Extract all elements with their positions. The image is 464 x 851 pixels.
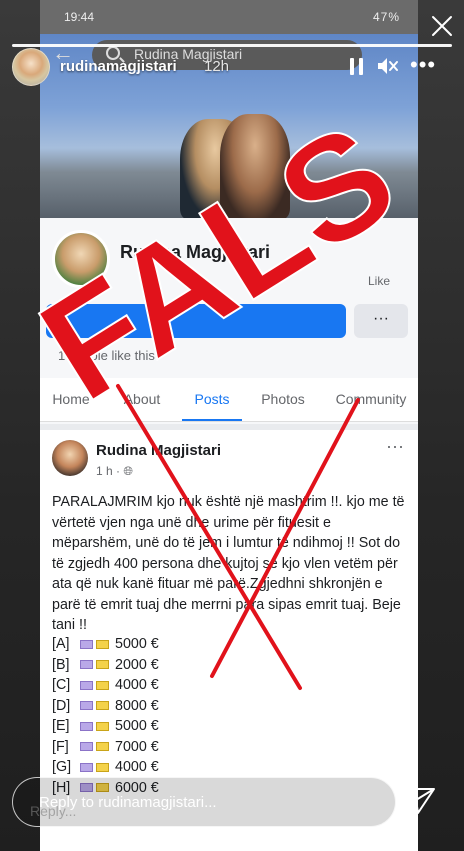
- prize-amount: 7000 €: [115, 738, 159, 755]
- likes-count: 1 people like this: [58, 348, 155, 363]
- mute-icon[interactable]: [376, 56, 400, 76]
- more-menu-icon[interactable]: •••: [410, 52, 436, 78]
- prize-list: [A] 5000 € [B] 2000 € [C] 4000 € [D] 8000 € [E] 5…: [52, 634, 252, 798]
- card-icon: [96, 680, 109, 690]
- prize-letter: [D]: [52, 697, 71, 714]
- story-avatar[interactable]: [12, 48, 50, 86]
- prize-letter: [C]: [52, 677, 71, 693]
- prize-row: [E] 5000 €: [52, 716, 252, 737]
- prize-amount: 8000 €: [115, 697, 159, 714]
- send-icon[interactable]: [404, 786, 436, 816]
- cash-icon: [80, 680, 93, 690]
- cash-icon: [80, 762, 93, 772]
- story-age: 12h: [204, 58, 230, 75]
- reply-placeholder: Reply to rudinamagjistari...: [39, 794, 217, 811]
- cash-icon: [80, 660, 93, 670]
- globe-icon: 🌐︎: [123, 464, 133, 478]
- story-background-left: [0, 0, 40, 851]
- cash-icon: [80, 721, 93, 731]
- prize-row: [D] 8000 €: [52, 696, 252, 717]
- close-icon[interactable]: [430, 14, 454, 38]
- prize-letter: [F]: [52, 738, 69, 755]
- tab-about: About: [123, 391, 161, 407]
- card-icon: [96, 660, 109, 670]
- post-time-text: 1 h ·: [96, 464, 124, 478]
- post-author: Rudina Magjistari: [96, 442, 222, 459]
- prize-letter: [A]: [52, 636, 70, 652]
- card-icon: [96, 742, 109, 752]
- post-timestamp: 1 h · 🌐︎: [96, 464, 133, 479]
- prize-letter: [E]: [52, 718, 70, 734]
- card-icon: [96, 639, 109, 649]
- story-username[interactable]: rudinamagjistari: [60, 58, 177, 75]
- prize-row: [G] 4000 €: [52, 757, 252, 778]
- phone-battery: 47%: [372, 10, 400, 24]
- like-label: Like: [367, 274, 390, 288]
- prize-letter: [B]: [52, 656, 70, 673]
- page-name: Rudina Magjistari: [120, 242, 271, 262]
- facebook-screenshot: 19:44 47% ← Rudina Magjistari Rudina Mag…: [40, 0, 418, 851]
- cash-icon: [80, 701, 93, 711]
- tab-home: Home: [52, 391, 90, 407]
- page-profile-picture: [52, 230, 110, 288]
- prize-row: [C] 4000 €: [52, 675, 252, 696]
- tab-photos: Photos: [261, 391, 305, 407]
- card-icon: [96, 701, 109, 711]
- message-button: [46, 304, 346, 338]
- prize-row: [F] 7000 €: [52, 737, 252, 758]
- post-more-icon: ···: [386, 436, 404, 456]
- prize-amount: 5000 €: [115, 636, 159, 652]
- card-icon: [96, 762, 109, 772]
- phone-clock: 19:44: [64, 10, 95, 24]
- page-tabs: Home About Posts Photos Community: [40, 378, 418, 422]
- cash-icon: [80, 639, 93, 649]
- story-background-right: [418, 0, 464, 851]
- prize-row: [A] 5000 €: [52, 634, 252, 655]
- post-author-avatar: [52, 440, 88, 476]
- tab-posts: Posts: [182, 378, 242, 421]
- prize-amount: 5000 €: [115, 718, 159, 734]
- more-options-button: ···: [354, 304, 408, 338]
- cover-person-child: [220, 114, 290, 219]
- prize-letter: [G]: [52, 759, 72, 775]
- pause-icon[interactable]: [350, 58, 364, 75]
- prize-amount: 4000 €: [115, 677, 159, 693]
- post-text: PARALAJMRIM kjo nuk është një mashtrim !…: [52, 494, 405, 633]
- prize-row: [B] 2000 €: [52, 655, 252, 676]
- tab-community: Community: [335, 391, 407, 407]
- story-progress-bar: [12, 44, 452, 47]
- phone-status-bar: 19:44 47%: [40, 0, 418, 34]
- card-icon: [96, 721, 109, 731]
- prize-amount: 4000 €: [115, 759, 159, 775]
- cash-icon: [80, 742, 93, 752]
- prize-amount: 2000 €: [115, 656, 159, 673]
- reply-input[interactable]: Reply to rudinamagjistari...: [12, 777, 396, 827]
